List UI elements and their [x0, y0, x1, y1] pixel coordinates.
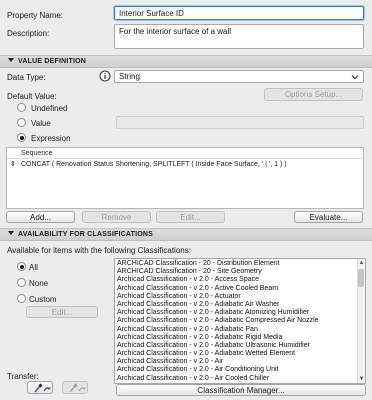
chevron-down-icon — [351, 75, 359, 80]
eyedropper-icon — [34, 383, 51, 393]
remove-button[interactable]: Remove — [82, 211, 151, 223]
scrollbar[interactable]: ▲ ▼ — [357, 259, 365, 383]
radio-none-label: None — [29, 279, 49, 288]
radio-value[interactable] — [17, 118, 26, 127]
classification-list-item[interactable]: Archicad Classification - v 2.0 - Adiaba… — [115, 301, 356, 309]
collapse-triangle-icon — [8, 231, 14, 235]
options-setup-button[interactable]: Options Setup... — [264, 88, 363, 101]
classification-list-item[interactable]: Archicad Classification - v 2.0 - Adiaba… — [115, 350, 356, 358]
radio-all[interactable] — [17, 262, 26, 271]
radio-expression-label: Expression — [31, 134, 71, 143]
availability-title: AVAILABILITY FOR CLASSIFICATIONS — [18, 231, 153, 238]
sequence-list[interactable]: Sequence ⇕ CONCAT ( Renovation Status Sh… — [6, 147, 364, 209]
radio-expression[interactable] — [17, 133, 26, 142]
classification-list-item[interactable]: ARCHICAD Classification - 20 - Distribut… — [115, 260, 356, 268]
data-type-value: String — [119, 72, 140, 81]
classification-list-item[interactable]: Archicad Classification - v 2.0 - Air Co… — [115, 366, 356, 374]
classification-list-item[interactable]: Archicad Classification - v 2.0 - Active… — [115, 285, 356, 293]
classification-list-item[interactable]: Archicad Classification - v 2.0 - Air — [115, 358, 356, 366]
collapse-triangle-icon — [8, 58, 14, 62]
radio-custom[interactable] — [17, 294, 26, 303]
info-icon[interactable] — [99, 70, 111, 82]
property-name-label: Property Name: — [7, 11, 64, 20]
radio-all-label: All — [29, 263, 38, 272]
value-definition-title: VALUE DEFINITION — [18, 58, 87, 65]
classification-list-item[interactable]: ARCHICAD Classification - 20 - Site Geom… — [115, 268, 356, 276]
expression-row[interactable]: ⇕ CONCAT ( Renovation Status Shortening,… — [7, 159, 363, 171]
radio-undefined[interactable] — [17, 103, 26, 112]
classification-list-item[interactable]: Archicad Classification - v 2.0 - Adiaba… — [115, 326, 356, 334]
available-for-label: Available for items with the following C… — [7, 246, 191, 255]
evaluate-button[interactable]: Evaluate... — [294, 211, 363, 223]
description-textarea[interactable]: For the interior surface of a wall — [114, 24, 364, 49]
classification-list[interactable]: ARCHICAD Classification - 20 - Distribut… — [114, 258, 366, 384]
classification-edit-button[interactable]: Edit... — [26, 306, 98, 318]
classification-list-item[interactable]: Archicad Classification - v 2.0 - Access… — [115, 276, 356, 284]
radio-undefined-label: Undefined — [31, 104, 68, 113]
classification-list-item[interactable]: Archicad Classification - v 2.0 - Adiaba… — [115, 309, 356, 317]
edit-button[interactable]: Edit... — [156, 211, 225, 223]
value-input[interactable] — [116, 116, 364, 129]
property-name-input[interactable]: Interior Surface ID — [114, 6, 364, 20]
scroll-down-icon[interactable]: ▼ — [358, 375, 365, 383]
default-value-label: Default Value: — [7, 92, 57, 101]
drag-handle-icon[interactable]: ⇕ — [10, 159, 16, 171]
classification-list-item[interactable]: Archicad Classification - v 2.0 - Adiaba… — [115, 317, 356, 325]
radio-custom-label: Custom — [29, 295, 57, 304]
expression-text: CONCAT ( Renovation Status Shortening, S… — [21, 161, 287, 168]
radio-value-label: Value — [31, 119, 51, 128]
scroll-up-icon[interactable]: ▲ — [358, 259, 365, 267]
value-definition-header[interactable]: VALUE DEFINITION — [0, 55, 372, 68]
add-button[interactable]: Add... — [6, 211, 75, 223]
radio-none[interactable] — [17, 278, 26, 287]
data-type-label: Data Type: — [7, 73, 46, 82]
classification-list-item[interactable]: Archicad Classification - v 2.0 - Adiaba… — [115, 334, 356, 342]
classification-list-item[interactable]: Archicad Classification - v 2.0 - Air Co… — [115, 375, 356, 383]
classification-list-item[interactable]: Archicad Classification - v 2.0 - Actuat… — [115, 293, 356, 301]
sequence-header: Sequence — [7, 148, 363, 159]
availability-header[interactable]: AVAILABILITY FOR CLASSIFICATIONS — [0, 228, 372, 241]
description-label: Description: — [7, 29, 50, 38]
inject-parameters-button[interactable] — [62, 381, 88, 394]
data-type-select[interactable]: String — [114, 70, 364, 83]
syringe-icon — [69, 383, 86, 393]
transfer-label: Transfer: — [7, 372, 39, 381]
scrollbar-thumb[interactable] — [358, 269, 364, 287]
pick-up-parameters-button[interactable] — [27, 381, 53, 394]
classification-manager-button[interactable]: Classification Manager... — [116, 384, 366, 396]
classification-list-item[interactable]: Archicad Classification - v 2.0 - Adiaba… — [115, 342, 356, 350]
